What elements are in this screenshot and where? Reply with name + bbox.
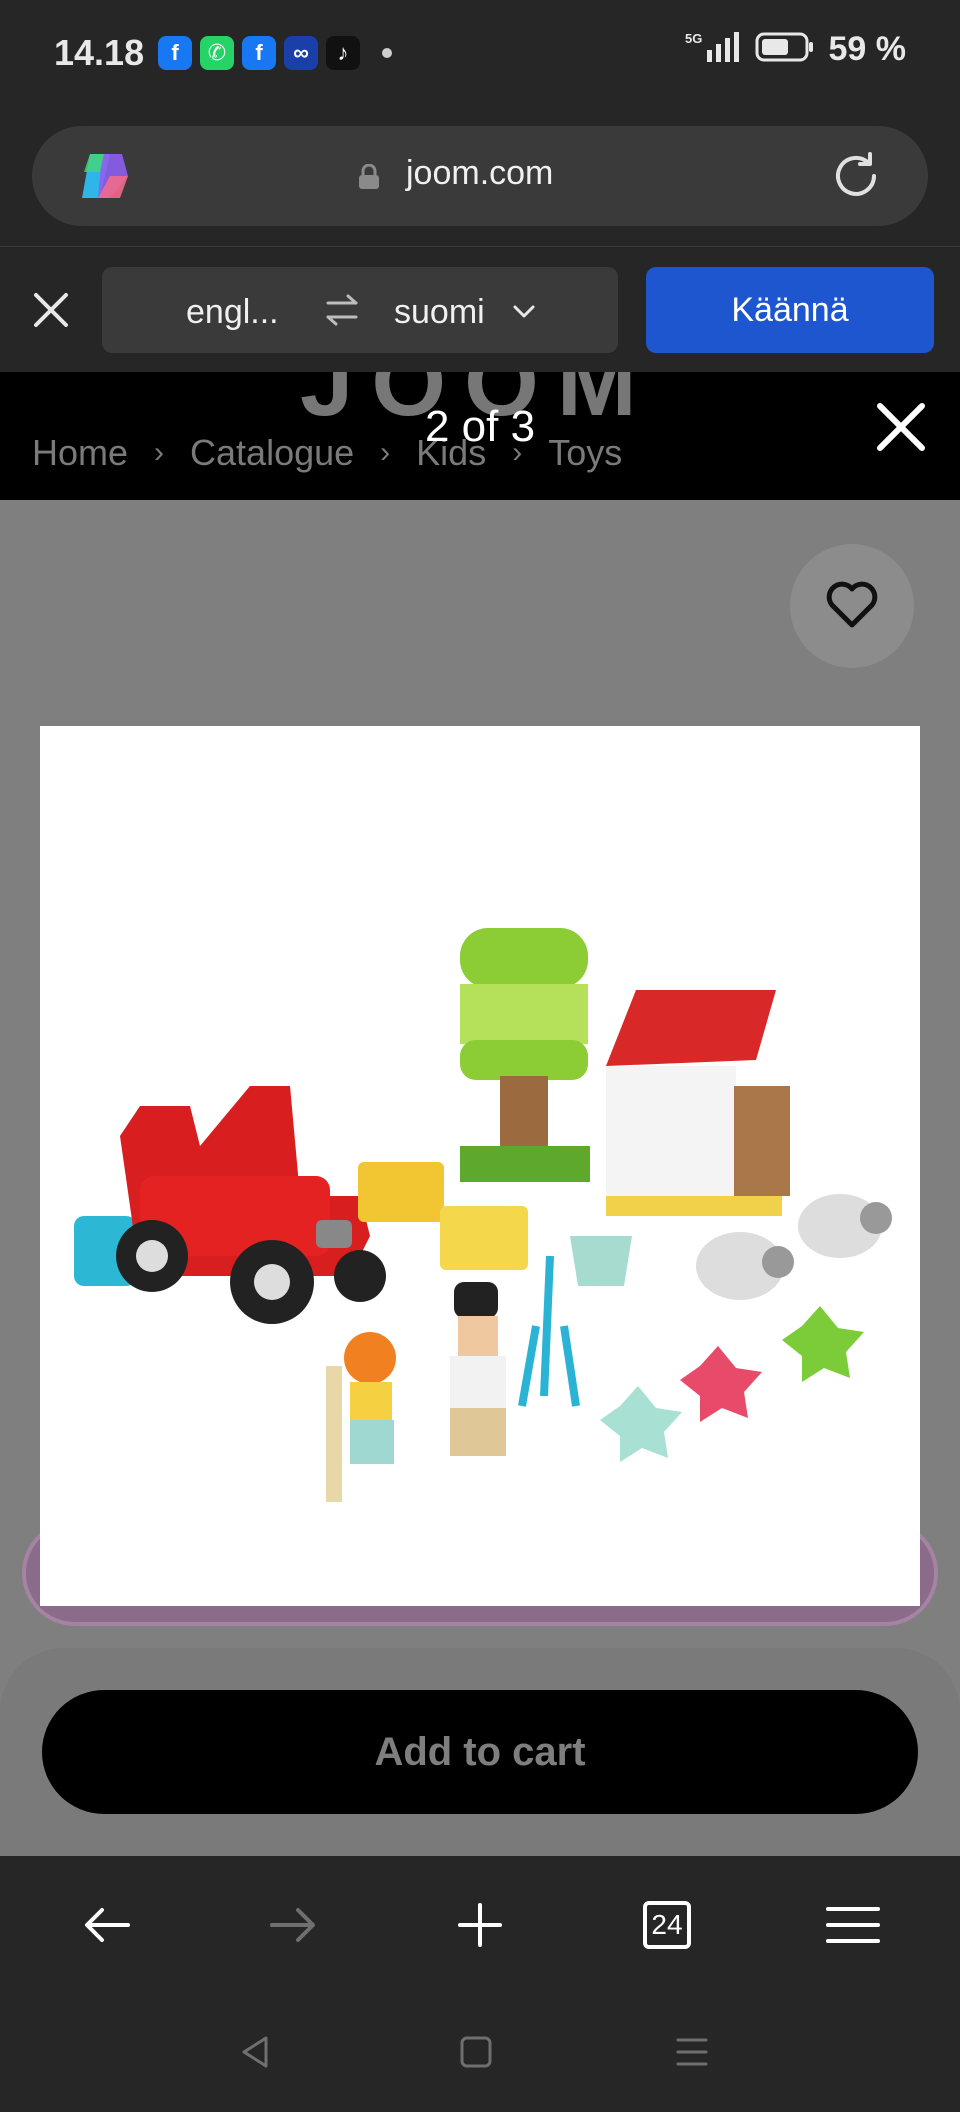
close-icon[interactable]: [874, 400, 928, 454]
tractor-illustration: [74, 1086, 386, 1324]
copilot-icon[interactable]: [76, 148, 136, 204]
status-time: 14.18: [54, 32, 145, 73]
more-notifications-dot: [382, 48, 392, 58]
close-icon[interactable]: [30, 289, 72, 331]
network-type: 5G: [685, 31, 702, 46]
messenger-app-icon: ∞: [284, 36, 318, 70]
status-bar: 14.18 f ✆ f ∞ ♪ 5G 59 %: [0, 0, 960, 108]
system-home-icon[interactable]: [456, 2032, 496, 2072]
notification-icons: f ✆ f ∞ ♪: [158, 36, 392, 70]
tree-illustration: [460, 928, 590, 1182]
source-language[interactable]: engl...: [186, 293, 279, 332]
facebook-icon: f: [158, 36, 192, 70]
translate-button[interactable]: Käännä: [646, 267, 934, 353]
whatsapp-icon: ✆: [200, 36, 234, 70]
url-text[interactable]: joom.com: [406, 154, 553, 193]
product-image[interactable]: [40, 726, 920, 1606]
purchase-panel: Add to cart: [0, 1648, 960, 1856]
battery-icon: [755, 31, 815, 68]
swap-icon[interactable]: [324, 293, 360, 327]
browser-toolbar: joom.com: [0, 108, 960, 246]
lock-icon: [358, 163, 380, 190]
page-header: JOOM Home › Catalogue › Kids › Toys 2 of…: [0, 372, 960, 500]
image-counter: 2 of 3: [424, 402, 536, 451]
language-selector[interactable]: engl... suomi: [102, 267, 618, 353]
back-arrow-icon[interactable]: [74, 1892, 140, 1958]
menu-icon[interactable]: [820, 1892, 886, 1958]
signal-icon: 5G: [685, 30, 741, 69]
facebook-icon: f: [242, 36, 276, 70]
new-tab-plus-icon[interactable]: [447, 1892, 513, 1958]
tab-count: 24: [643, 1901, 691, 1949]
reload-icon[interactable]: [830, 150, 882, 202]
browser-bottom-bar: 24: [0, 1856, 960, 1994]
system-back-icon[interactable]: [236, 2032, 276, 2072]
forward-arrow-icon[interactable]: [260, 1892, 326, 1958]
system-recents-icon[interactable]: [672, 2032, 712, 2072]
tiktok-icon: ♪: [326, 36, 360, 70]
heart-icon: [824, 579, 880, 634]
tabs-button[interactable]: 24: [634, 1892, 700, 1958]
add-to-cart-button[interactable]: Add to cart: [42, 1690, 918, 1814]
shed-illustration: [606, 990, 790, 1216]
favorite-button[interactable]: [790, 544, 914, 668]
address-bar[interactable]: joom.com: [32, 126, 928, 226]
system-navigation-bar: [0, 1994, 960, 2112]
battery-percent: 59 %: [828, 30, 907, 68]
translate-bar: engl... suomi Käännä: [0, 246, 960, 372]
system-status: 5G 59 %: [685, 30, 907, 69]
target-language[interactable]: suomi: [394, 293, 485, 332]
chevron-down-icon[interactable]: [512, 301, 536, 321]
